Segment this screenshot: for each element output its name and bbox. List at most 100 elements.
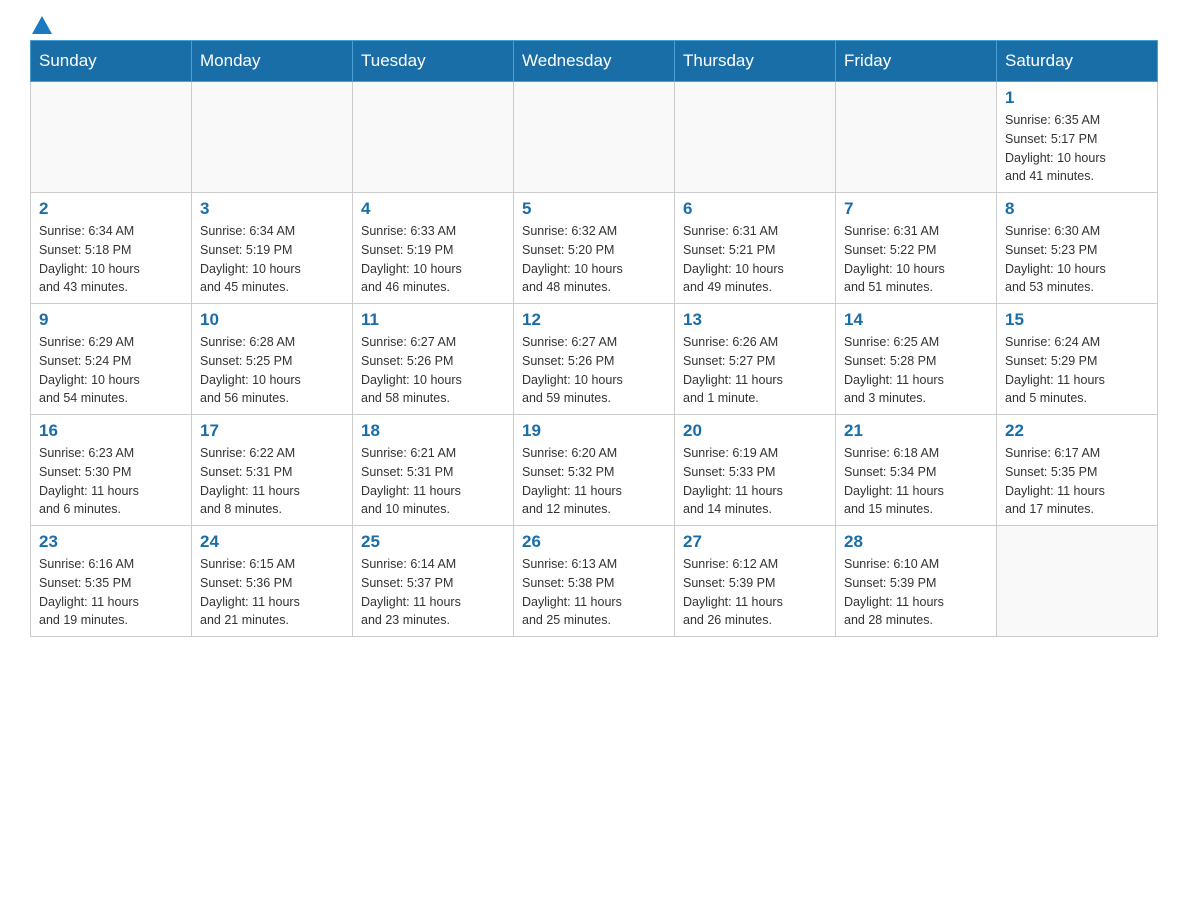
calendar-table: SundayMondayTuesdayWednesdayThursdayFrid… <box>30 40 1158 637</box>
day-number: 20 <box>683 421 827 441</box>
calendar-header: SundayMondayTuesdayWednesdayThursdayFrid… <box>31 41 1158 82</box>
day-number: 26 <box>522 532 666 552</box>
day-info: Sunrise: 6:21 AMSunset: 5:31 PMDaylight:… <box>361 444 505 519</box>
day-info: Sunrise: 6:18 AMSunset: 5:34 PMDaylight:… <box>844 444 988 519</box>
day-number: 27 <box>683 532 827 552</box>
day-cell: 14Sunrise: 6:25 AMSunset: 5:28 PMDayligh… <box>836 304 997 415</box>
day-cell: 1 Sunrise: 6:35 AMSunset: 5:17 PMDaylight… <box>997 82 1158 193</box>
day-number: 1 <box>1005 88 1149 108</box>
day-cell: 7 Sunrise: 6:31 AMSunset: 5:22 PMDaylight… <box>836 193 997 304</box>
day-number: 3 <box>200 199 344 219</box>
day-number: 19 <box>522 421 666 441</box>
day-info: Sunrise: 6:26 AMSunset: 5:27 PMDaylight:… <box>683 333 827 408</box>
day-info: Sunrise: 6:30 AMSunset: 5:23 PMDaylight:… <box>1005 222 1149 297</box>
day-cell: 4Sunrise: 6:33 AMSunset: 5:19 PMDaylight… <box>353 193 514 304</box>
day-info: Sunrise: 6:22 AMSunset: 5:31 PMDaylight:… <box>200 444 344 519</box>
weekday-header-monday: Monday <box>192 41 353 82</box>
day-info: Sunrise: 6:16 AMSunset: 5:35 PMDaylight:… <box>39 555 183 630</box>
day-cell: 13 Sunrise: 6:26 AMSunset: 5:27 PMDayligh… <box>675 304 836 415</box>
weekday-header-tuesday: Tuesday <box>353 41 514 82</box>
day-info: Sunrise: 6:31 AMSunset: 5:21 PMDaylight:… <box>683 222 827 297</box>
day-cell: 6 Sunrise: 6:31 AMSunset: 5:21 PMDaylight… <box>675 193 836 304</box>
day-cell: 2 Sunrise: 6:34 AMSunset: 5:18 PMDaylight… <box>31 193 192 304</box>
day-cell: 20 Sunrise: 6:19 AMSunset: 5:33 PMDayligh… <box>675 415 836 526</box>
day-info: Sunrise: 6:27 AMSunset: 5:26 PMDaylight:… <box>361 333 505 408</box>
day-number: 8 <box>1005 199 1149 219</box>
day-cell <box>31 82 192 193</box>
day-info: Sunrise: 6:19 AMSunset: 5:33 PMDaylight:… <box>683 444 827 519</box>
day-info: Sunrise: 6:17 AMSunset: 5:35 PMDaylight:… <box>1005 444 1149 519</box>
day-cell <box>675 82 836 193</box>
day-info: Sunrise: 6:12 AMSunset: 5:39 PMDaylight:… <box>683 555 827 630</box>
day-number: 9 <box>39 310 183 330</box>
day-cell: 28 Sunrise: 6:10 AMSunset: 5:39 PMDayligh… <box>836 526 997 637</box>
page-header <box>30 20 1158 30</box>
day-number: 2 <box>39 199 183 219</box>
day-cell: 10 Sunrise: 6:28 AMSunset: 5:25 PMDayligh… <box>192 304 353 415</box>
day-info: Sunrise: 6:32 AMSunset: 5:20 PMDaylight:… <box>522 222 666 297</box>
day-info: Sunrise: 6:13 AMSunset: 5:38 PMDaylight:… <box>522 555 666 630</box>
day-info: Sunrise: 6:27 AMSunset: 5:26 PMDaylight:… <box>522 333 666 408</box>
day-number: 18 <box>361 421 505 441</box>
day-info: Sunrise: 6:31 AMSunset: 5:22 PMDaylight:… <box>844 222 988 297</box>
day-info: Sunrise: 6:24 AMSunset: 5:29 PMDaylight:… <box>1005 333 1149 408</box>
calendar-body: 1 Sunrise: 6:35 AMSunset: 5:17 PMDaylight… <box>31 82 1158 637</box>
day-info: Sunrise: 6:20 AMSunset: 5:32 PMDaylight:… <box>522 444 666 519</box>
day-number: 24 <box>200 532 344 552</box>
day-number: 10 <box>200 310 344 330</box>
day-cell: 11 Sunrise: 6:27 AMSunset: 5:26 PMDayligh… <box>353 304 514 415</box>
day-cell: 12Sunrise: 6:27 AMSunset: 5:26 PMDayligh… <box>514 304 675 415</box>
day-cell <box>192 82 353 193</box>
day-cell <box>353 82 514 193</box>
day-cell: 25Sunrise: 6:14 AMSunset: 5:37 PMDayligh… <box>353 526 514 637</box>
weekday-header-thursday: Thursday <box>675 41 836 82</box>
day-number: 11 <box>361 310 505 330</box>
week-row-1: 1 Sunrise: 6:35 AMSunset: 5:17 PMDaylight… <box>31 82 1158 193</box>
weekday-header-friday: Friday <box>836 41 997 82</box>
day-cell: 21 Sunrise: 6:18 AMSunset: 5:34 PMDayligh… <box>836 415 997 526</box>
day-info: Sunrise: 6:14 AMSunset: 5:37 PMDaylight:… <box>361 555 505 630</box>
day-number: 6 <box>683 199 827 219</box>
day-cell: 27 Sunrise: 6:12 AMSunset: 5:39 PMDayligh… <box>675 526 836 637</box>
day-number: 7 <box>844 199 988 219</box>
day-info: Sunrise: 6:10 AMSunset: 5:39 PMDaylight:… <box>844 555 988 630</box>
day-cell: 18 Sunrise: 6:21 AMSunset: 5:31 PMDayligh… <box>353 415 514 526</box>
day-cell <box>836 82 997 193</box>
day-info: Sunrise: 6:28 AMSunset: 5:25 PMDaylight:… <box>200 333 344 408</box>
day-info: Sunrise: 6:35 AMSunset: 5:17 PMDaylight:… <box>1005 111 1149 186</box>
week-row-2: 2 Sunrise: 6:34 AMSunset: 5:18 PMDaylight… <box>31 193 1158 304</box>
day-number: 14 <box>844 310 988 330</box>
day-cell <box>514 82 675 193</box>
week-row-5: 23 Sunrise: 6:16 AMSunset: 5:35 PMDayligh… <box>31 526 1158 637</box>
day-info: Sunrise: 6:23 AMSunset: 5:30 PMDaylight:… <box>39 444 183 519</box>
day-number: 17 <box>200 421 344 441</box>
day-number: 15 <box>1005 310 1149 330</box>
weekday-header-wednesday: Wednesday <box>514 41 675 82</box>
logo-triangle-icon <box>32 16 52 36</box>
day-cell: 5 Sunrise: 6:32 AMSunset: 5:20 PMDaylight… <box>514 193 675 304</box>
day-number: 23 <box>39 532 183 552</box>
day-info: Sunrise: 6:34 AMSunset: 5:19 PMDaylight:… <box>200 222 344 297</box>
day-info: Sunrise: 6:29 AMSunset: 5:24 PMDaylight:… <box>39 333 183 408</box>
day-number: 22 <box>1005 421 1149 441</box>
day-cell: 24 Sunrise: 6:15 AMSunset: 5:36 PMDayligh… <box>192 526 353 637</box>
day-cell: 16 Sunrise: 6:23 AMSunset: 5:30 PMDayligh… <box>31 415 192 526</box>
day-info: Sunrise: 6:15 AMSunset: 5:36 PMDaylight:… <box>200 555 344 630</box>
day-number: 5 <box>522 199 666 219</box>
weekday-header-saturday: Saturday <box>997 41 1158 82</box>
day-cell: 17 Sunrise: 6:22 AMSunset: 5:31 PMDayligh… <box>192 415 353 526</box>
day-cell: 19 Sunrise: 6:20 AMSunset: 5:32 PMDayligh… <box>514 415 675 526</box>
day-number: 13 <box>683 310 827 330</box>
day-cell: 3 Sunrise: 6:34 AMSunset: 5:19 PMDaylight… <box>192 193 353 304</box>
day-cell: 26 Sunrise: 6:13 AMSunset: 5:38 PMDayligh… <box>514 526 675 637</box>
day-number: 16 <box>39 421 183 441</box>
day-number: 28 <box>844 532 988 552</box>
day-number: 21 <box>844 421 988 441</box>
day-info: Sunrise: 6:34 AMSunset: 5:18 PMDaylight:… <box>39 222 183 297</box>
day-cell: 8 Sunrise: 6:30 AMSunset: 5:23 PMDaylight… <box>997 193 1158 304</box>
day-cell: 15 Sunrise: 6:24 AMSunset: 5:29 PMDayligh… <box>997 304 1158 415</box>
day-cell <box>997 526 1158 637</box>
weekday-row: SundayMondayTuesdayWednesdayThursdayFrid… <box>31 41 1158 82</box>
week-row-3: 9 Sunrise: 6:29 AMSunset: 5:24 PMDaylight… <box>31 304 1158 415</box>
day-info: Sunrise: 6:33 AMSunset: 5:19 PMDaylight:… <box>361 222 505 297</box>
